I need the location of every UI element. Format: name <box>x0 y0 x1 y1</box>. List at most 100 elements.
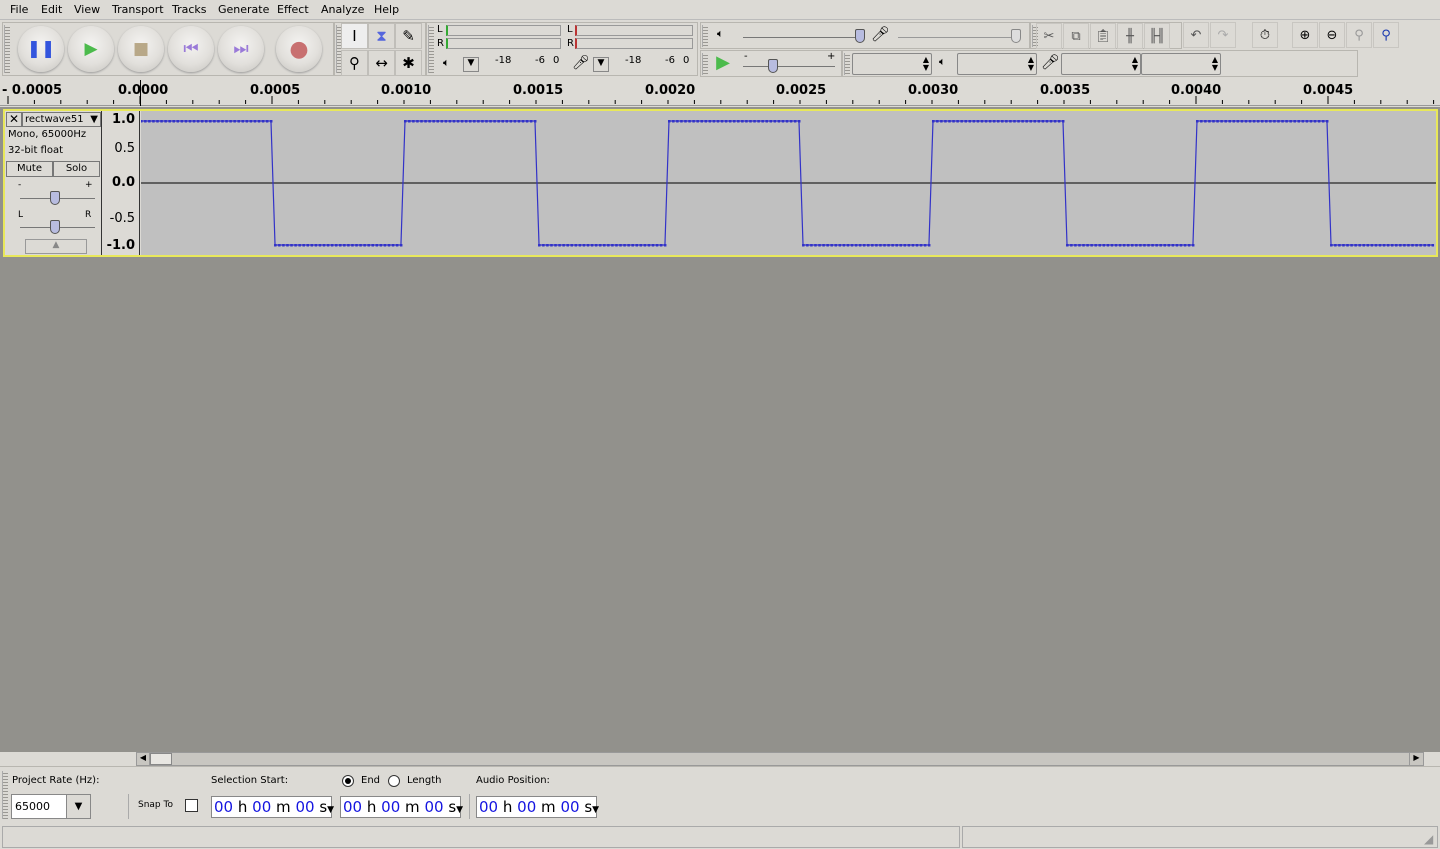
zoom-tool[interactable]: ⚲ <box>341 50 368 76</box>
play-at-speed-button[interactable]: ▶ <box>711 52 735 76</box>
playback-meter-menu[interactable]: ▼ <box>463 57 479 72</box>
sample-point <box>209 120 212 123</box>
project-rate-dropdown[interactable]: ▼ <box>66 794 91 819</box>
sample-point <box>176 120 180 123</box>
menu-generate[interactable]: Generate <box>218 3 269 16</box>
paste-button[interactable]: 📋︎ <box>1090 23 1116 49</box>
redo-button[interactable]: ↷ <box>1210 22 1236 48</box>
undo-button[interactable]: ↶ <box>1183 22 1209 48</box>
solo-button[interactable]: Solo <box>53 161 100 177</box>
meter-tick: -6 <box>535 55 545 66</box>
toolbar-grip[interactable] <box>2 771 8 819</box>
silence-button[interactable]: ╟╢ <box>1144 23 1170 49</box>
horizontal-scrollbar[interactable]: ◀ ▶ <box>136 752 1424 766</box>
host-select[interactable]: ▲ ▼ <box>852 53 932 75</box>
record-button[interactable]: ● <box>276 26 322 72</box>
zoom-in-button[interactable]: ⊕ <box>1292 22 1318 48</box>
sample-point <box>1021 120 1024 123</box>
multi-tool[interactable]: ✱ <box>395 50 422 76</box>
slider-thumb[interactable] <box>855 29 865 43</box>
sample-point <box>651 244 655 247</box>
pause-button[interactable]: ❚❚ <box>18 26 64 72</box>
resize-grip-icon[interactable]: ◢ <box>1424 832 1433 846</box>
selection-end-time[interactable]: 00 h 00 m 00 s▼ <box>340 796 463 818</box>
timeline-ruler[interactable]: - 0.0005 0.0000 0.0005 0.0010 0.0015 0.0… <box>0 80 1440 106</box>
project-rate-input[interactable]: 65000 <box>11 794 67 819</box>
close-icon: ✕ <box>8 112 20 126</box>
toolbar-grip[interactable] <box>702 53 708 75</box>
end-radio[interactable] <box>342 775 354 787</box>
input-channels-select[interactable]: ▲ ▼ <box>1141 53 1221 75</box>
meter-label-l: L <box>437 24 443 35</box>
length-radio[interactable] <box>388 775 400 787</box>
close-track-button[interactable]: ✕ <box>6 112 22 127</box>
envelope-tool[interactable]: ⧗ <box>368 23 395 49</box>
sample-point <box>964 120 967 123</box>
menu-tracks[interactable]: Tracks <box>172 3 207 16</box>
skip-start-button[interactable]: ⏮ <box>168 26 214 72</box>
input-device-select[interactable]: ▲ ▼ <box>1061 53 1141 75</box>
playback-volume-slider[interactable] <box>743 37 858 38</box>
slider-thumb[interactable] <box>1011 29 1021 43</box>
selection-start-time[interactable]: 00 h 00 m 00 s▼ <box>211 796 334 818</box>
record-meter-menu[interactable]: ▼ <box>593 57 609 72</box>
snap-to-checkbox[interactable] <box>185 799 198 812</box>
sample-point <box>789 120 793 123</box>
timeshift-tool[interactable]: ↔ <box>368 50 395 76</box>
copy-button[interactable]: ⧉ <box>1063 23 1089 49</box>
play-head[interactable] <box>140 80 141 106</box>
track-menu-button[interactable]: rectwave51 ▼ <box>22 112 101 127</box>
pan-slider-thumb[interactable] <box>50 220 60 234</box>
toolbar-grip[interactable] <box>844 53 850 75</box>
mute-button[interactable]: Mute <box>6 161 53 177</box>
sample-point <box>826 244 829 247</box>
speed-slider[interactable] <box>743 66 835 67</box>
cut-button[interactable]: ✂ <box>1036 23 1062 49</box>
menu-edit[interactable]: Edit <box>41 3 62 16</box>
audio-track[interactable]: ✕ rectwave51 ▼ Mono, 65000Hz 32-bit float… <box>3 109 1438 257</box>
toolbar-grip[interactable] <box>702 25 708 47</box>
sample-point <box>322 244 326 247</box>
sync-lock-button[interactable]: ⏱ <box>1252 22 1278 48</box>
zoom-out-button[interactable]: ⊖ <box>1319 22 1345 48</box>
stop-button[interactable]: ■ <box>118 26 164 72</box>
trim-button[interactable]: ╫ <box>1117 23 1143 49</box>
menu-file[interactable]: File <box>10 3 28 16</box>
sample-point <box>1200 120 1203 123</box>
playback-meter-right[interactable] <box>446 38 561 49</box>
draw-tool[interactable]: ✎ <box>395 23 422 49</box>
vertical-ruler[interactable]: 1.0 0.5 0.0 -0.5 -1.0 <box>103 111 140 255</box>
scroll-right-button[interactable]: ▶ <box>1409 753 1423 765</box>
scrollbar-thumb[interactable] <box>150 753 172 765</box>
collapse-track-button[interactable]: ▲ <box>25 239 87 254</box>
menu-help[interactable]: Help <box>374 3 399 16</box>
record-volume-slider[interactable] <box>898 37 1018 38</box>
selection-tool[interactable]: I <box>341 23 368 49</box>
pencil-icon: ✎ <box>402 27 415 45</box>
sample-point <box>1390 244 1394 247</box>
menu-transport[interactable]: Transport <box>112 3 164 16</box>
fit-selection-button[interactable]: ⚲ <box>1346 22 1372 48</box>
sample-point <box>1074 244 1077 247</box>
skip-end-button[interactable]: ⏭ <box>218 26 264 72</box>
menu-analyze[interactable]: Analyze <box>321 3 364 16</box>
sample-point <box>404 120 407 123</box>
fit-project-button[interactable]: ⚲ <box>1373 22 1399 48</box>
sample-point <box>1017 120 1020 123</box>
playback-meter-left[interactable] <box>446 25 561 36</box>
record-meter-left[interactable] <box>575 25 693 36</box>
scroll-left-button[interactable]: ◀ <box>137 753 150 765</box>
play-button[interactable]: ▶ <box>68 26 114 72</box>
audio-position-time[interactable]: 00 h 00 m 00 s▼ <box>476 796 599 818</box>
record-meter-right[interactable] <box>575 38 693 49</box>
menu-view[interactable]: View <box>74 3 100 16</box>
toolbar-grip[interactable] <box>4 25 10 73</box>
toolbar-grip[interactable] <box>428 25 434 73</box>
output-device-select[interactable]: ▲ ▼ <box>957 53 1037 75</box>
mixer-toolbar: 🔈︎ 🎤︎ <box>700 22 1030 49</box>
waveform[interactable] <box>141 111 1436 255</box>
gain-slider-thumb[interactable] <box>50 191 60 205</box>
menu-effect[interactable]: Effect <box>277 3 309 16</box>
sample-point <box>286 244 289 247</box>
slider-thumb[interactable] <box>768 59 778 73</box>
